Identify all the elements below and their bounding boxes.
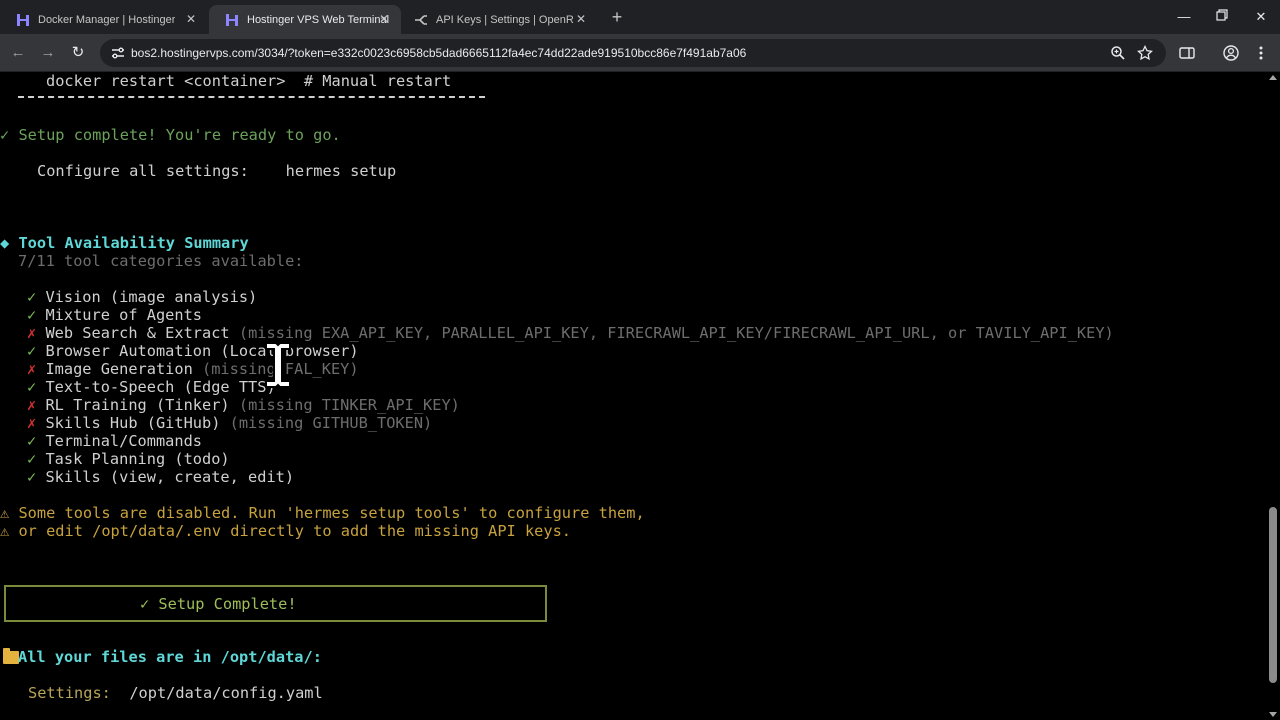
scroll-up-icon[interactable] [1269,75,1277,80]
setup-complete-message: ✓ Setup complete! You're ready to go. [0,126,341,144]
restart-line: docker restart <container> # Manual rest… [46,72,452,90]
bookmark-star-icon[interactable] [1137,44,1153,61]
close-tab-icon[interactable]: ✕ [574,12,588,26]
warning-line: ⚠ or edit /opt/data/.env directly to add… [0,522,572,540]
cross-icon: ✗ [27,396,37,414]
more-menu-icon[interactable] [1252,44,1270,62]
side-panel-icon[interactable] [1178,44,1196,62]
address-bar[interactable]: bos2.hostingervps.com/3034/?token=e332c0… [100,39,1166,67]
list-item: ✓ Skills (view, create, edit) [27,468,295,486]
setup-complete-banner: ✓ Setup Complete! [140,595,297,613]
forward-icon[interactable]: → [38,43,58,63]
site-info-icon[interactable] [110,45,126,61]
hostinger-logo-icon [16,13,30,27]
folder-icon [3,648,19,664]
profile-icon[interactable] [1222,44,1240,62]
list-item: ✓ Browser Automation (Local browser) [27,342,359,360]
summary-heading: ◆ Tool Availability Summary [0,234,249,252]
hostinger-logo-icon [225,13,239,27]
list-item: ✗ Web Search & Extract (missing EXA_API_… [27,324,1114,342]
tab-docker-manager[interactable]: Docker Manager | Hostinger ✕ [0,5,208,34]
list-item: ✗ Image Generation (missing FAL_KEY) [27,360,359,378]
openrouter-logo-icon [414,13,428,27]
warning-icon: ⚠ [0,504,10,522]
check-icon: ✓ [0,126,10,144]
tab-strip: Docker Manager | Hostinger ✕ Hostinger V… [0,0,1280,34]
check-icon: ✓ [27,432,37,450]
check-icon: ✓ [27,468,37,486]
check-icon: ✓ [27,306,37,324]
setup-complete-box: ✓ Setup Complete! [4,585,547,622]
files-heading: All your files are in /opt/data/: [18,648,322,666]
web-terminal[interactable]: docker restart <container> # Manual rest… [0,72,1266,720]
new-tab-button[interactable]: + [608,8,626,27]
zoom-icon[interactable] [1110,45,1126,61]
close-tab-icon[interactable]: ✕ [377,12,391,26]
list-item: ✗ RL Training (Tinker) (missing TINKER_A… [27,396,460,414]
scroll-down-icon[interactable] [1269,712,1277,717]
warning-line: ⚠ Some tools are disabled. Run 'hermes s… [0,504,645,522]
summary-count: 7/11 tool categories available: [18,252,304,270]
list-item: ✓ Terminal/Commands [27,432,202,450]
configure-line: Configure all settings: hermes setup [37,162,397,180]
back-icon[interactable]: ← [8,43,28,63]
tab-title: API Keys | Settings | OpenRouter [436,13,574,26]
warning-icon: ⚠ [0,522,10,540]
close-window-icon[interactable]: ✕ [1251,8,1271,26]
restore-icon[interactable] [1212,8,1232,26]
terminal-scrollbar[interactable] [1266,72,1280,720]
separator-rule [18,96,485,98]
minimize-icon[interactable]: — [1174,8,1194,26]
browser-toolbar: ← → ↻ bos2.hostingervps.com/3034/?token=… [0,34,1280,72]
check-icon: ✓ [27,378,37,396]
tab-title: Docker Manager | Hostinger [38,13,176,26]
check-icon: ✓ [27,342,37,360]
list-item: ✗ Skills Hub (GitHub) (missing GITHUB_TO… [27,414,433,432]
close-tab-icon[interactable]: ✕ [184,12,198,26]
diamond-icon: ◆ [0,234,10,252]
list-item: ✓ Task Planning (todo) [27,450,230,468]
settings-line: Settings: /opt/data/config.yaml [28,684,323,702]
list-item: ✓ Mixture of Agents [27,306,202,324]
check-icon: ✓ [27,288,37,306]
check-icon: ✓ [27,450,37,468]
cross-icon: ✗ [27,360,37,378]
scrollbar-thumb[interactable] [1269,507,1277,683]
text-cursor-icon [265,342,291,388]
tab-vps-web-terminal[interactable]: Hostinger VPS Web Terminal ✕ [209,5,401,34]
cross-icon: ✗ [27,324,37,342]
tab-openrouter-api-keys[interactable]: API Keys | Settings | OpenRouter ✕ [398,5,598,34]
reload-icon[interactable]: ↻ [68,43,88,63]
tab-title: Hostinger VPS Web Terminal [247,13,390,26]
list-item: ✓ Text-to-Speech (Edge TTS) [27,378,276,396]
url-text: bos2.hostingervps.com/3034/?token=e332c0… [131,46,747,60]
list-item: ✓ Vision (image analysis) [27,288,258,306]
cross-icon: ✗ [27,414,37,432]
